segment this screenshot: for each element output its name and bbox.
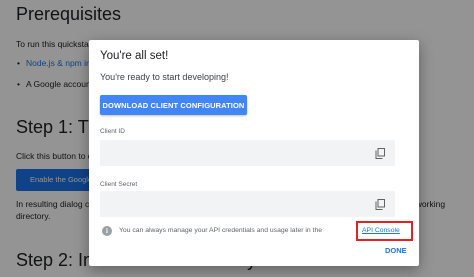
dialog-title: You're all set! [100,50,169,62]
client-id-field[interactable] [100,140,395,166]
done-button[interactable]: DONE [385,246,407,255]
dialog-subtitle: You're ready to start developing! [100,72,229,82]
client-secret-field[interactable] [100,191,395,217]
client-id-label: Client ID [100,128,125,135]
info-icon: i [102,226,112,236]
client-secret-label: Client Secret [100,181,138,188]
api-console-link[interactable]: API Console [362,227,400,234]
download-client-configuration-button[interactable]: DOWNLOAD CLIENT CONFIGURATION [100,95,247,115]
info-text: You can always manage your API credentia… [119,227,323,234]
copy-icon[interactable] [375,148,385,159]
copy-icon[interactable] [375,199,385,210]
credentials-dialog: You're all set! You're ready to start de… [89,40,419,266]
info-row: i You can always manage your API credent… [100,221,413,241]
